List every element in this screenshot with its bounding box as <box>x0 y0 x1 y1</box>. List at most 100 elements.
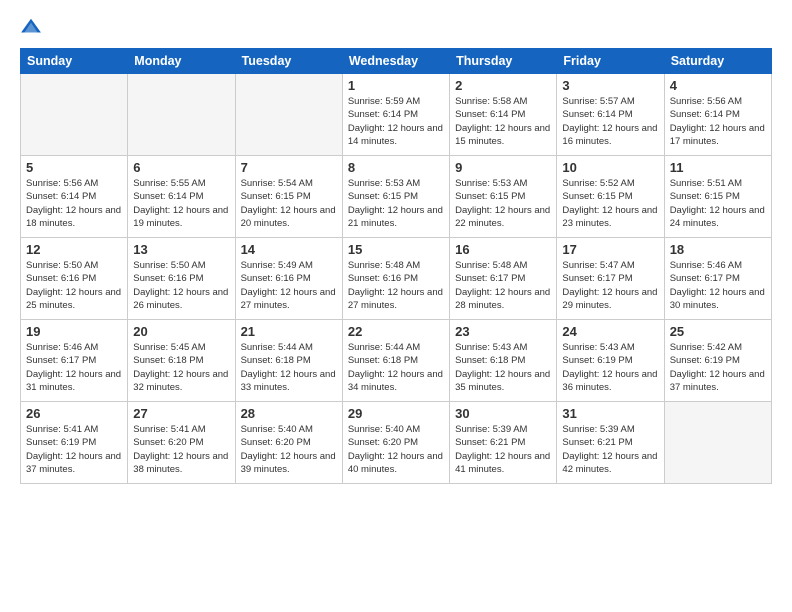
logo <box>20 16 46 38</box>
day-number: 15 <box>348 242 444 257</box>
calendar-cell: 15Sunrise: 5:48 AMSunset: 6:16 PMDayligh… <box>342 238 449 320</box>
day-info: Sunrise: 5:39 AMSunset: 6:21 PMDaylight:… <box>455 423 551 476</box>
day-number: 16 <box>455 242 551 257</box>
day-number: 7 <box>241 160 337 175</box>
calendar-header-thursday: Thursday <box>450 49 557 74</box>
day-info: Sunrise: 5:40 AMSunset: 6:20 PMDaylight:… <box>241 423 337 476</box>
calendar-week-4: 26 Sunrise: 5:41 AMSunset: 6:19 PMDayligh… <box>21 402 772 484</box>
calendar-cell: 27 Sunrise: 5:41 AMSunset: 6:20 PMDayligh… <box>128 402 235 484</box>
day-number: 28 <box>241 406 337 421</box>
day-number: 19 <box>26 324 122 339</box>
calendar-cell: 6 Sunrise: 5:55 AMSunset: 6:14 PMDaylight… <box>128 156 235 238</box>
day-number: 31 <box>562 406 658 421</box>
day-info: Sunrise: 5:52 AMSunset: 6:15 PMDaylight:… <box>562 177 658 230</box>
calendar-cell: 13 Sunrise: 5:50 AMSunset: 6:16 PMDayligh… <box>128 238 235 320</box>
calendar-cell <box>128 74 235 156</box>
day-number: 17 <box>562 242 658 257</box>
calendar: SundayMondayTuesdayWednesdayThursdayFrid… <box>20 48 772 484</box>
day-info: Sunrise: 5:45 AMSunset: 6:18 PMDaylight:… <box>133 341 229 394</box>
day-number: 24 <box>562 324 658 339</box>
calendar-week-1: 5Sunrise: 5:56 AMSunset: 6:14 PMDaylight… <box>21 156 772 238</box>
calendar-cell <box>664 402 771 484</box>
calendar-cell: 1Sunrise: 5:59 AMSunset: 6:14 PMDaylight… <box>342 74 449 156</box>
day-info: Sunrise: 5:50 AMSunset: 6:16 PMDaylight:… <box>26 259 122 312</box>
day-info: Sunrise: 5:48 AMSunset: 6:17 PMDaylight:… <box>455 259 551 312</box>
day-info: Sunrise: 5:58 AMSunset: 6:14 PMDaylight:… <box>455 95 551 148</box>
day-info: Sunrise: 5:47 AMSunset: 6:17 PMDaylight:… <box>562 259 658 312</box>
day-info: Sunrise: 5:44 AMSunset: 6:18 PMDaylight:… <box>241 341 337 394</box>
calendar-header-tuesday: Tuesday <box>235 49 342 74</box>
day-info: Sunrise: 5:54 AMSunset: 6:15 PMDaylight:… <box>241 177 337 230</box>
day-number: 27 <box>133 406 229 421</box>
calendar-cell: 5Sunrise: 5:56 AMSunset: 6:14 PMDaylight… <box>21 156 128 238</box>
calendar-header-row: SundayMondayTuesdayWednesdayThursdayFrid… <box>21 49 772 74</box>
day-number: 10 <box>562 160 658 175</box>
calendar-cell: 28 Sunrise: 5:40 AMSunset: 6:20 PMDayligh… <box>235 402 342 484</box>
day-info: Sunrise: 5:44 AMSunset: 6:18 PMDaylight:… <box>348 341 444 394</box>
header <box>20 16 772 38</box>
calendar-cell: 30 Sunrise: 5:39 AMSunset: 6:21 PMDayligh… <box>450 402 557 484</box>
calendar-header-monday: Monday <box>128 49 235 74</box>
day-number: 30 <box>455 406 551 421</box>
calendar-cell: 24 Sunrise: 5:43 AMSunset: 6:19 PMDayligh… <box>557 320 664 402</box>
calendar-cell: 2 Sunrise: 5:58 AMSunset: 6:14 PMDaylight… <box>450 74 557 156</box>
calendar-cell: 8 Sunrise: 5:53 AMSunset: 6:15 PMDaylight… <box>342 156 449 238</box>
calendar-cell: 18Sunrise: 5:46 AMSunset: 6:17 PMDayligh… <box>664 238 771 320</box>
day-number: 6 <box>133 160 229 175</box>
day-info: Sunrise: 5:51 AMSunset: 6:15 PMDaylight:… <box>670 177 766 230</box>
day-number: 25 <box>670 324 766 339</box>
day-number: 13 <box>133 242 229 257</box>
calendar-cell: 7 Sunrise: 5:54 AMSunset: 6:15 PMDaylight… <box>235 156 342 238</box>
day-info: Sunrise: 5:55 AMSunset: 6:14 PMDaylight:… <box>133 177 229 230</box>
calendar-cell: 19 Sunrise: 5:46 AMSunset: 6:17 PMDayligh… <box>21 320 128 402</box>
calendar-cell: 12 Sunrise: 5:50 AMSunset: 6:16 PMDayligh… <box>21 238 128 320</box>
day-info: Sunrise: 5:42 AMSunset: 6:19 PMDaylight:… <box>670 341 766 394</box>
calendar-cell: 10 Sunrise: 5:52 AMSunset: 6:15 PMDayligh… <box>557 156 664 238</box>
day-info: Sunrise: 5:46 AMSunset: 6:17 PMDaylight:… <box>26 341 122 394</box>
day-info: Sunrise: 5:46 AMSunset: 6:17 PMDaylight:… <box>670 259 766 312</box>
calendar-cell: 31Sunrise: 5:39 AMSunset: 6:21 PMDayligh… <box>557 402 664 484</box>
day-info: Sunrise: 5:56 AMSunset: 6:14 PMDaylight:… <box>26 177 122 230</box>
day-info: Sunrise: 5:53 AMSunset: 6:15 PMDaylight:… <box>455 177 551 230</box>
calendar-header-saturday: Saturday <box>664 49 771 74</box>
day-number: 20 <box>133 324 229 339</box>
calendar-cell: 23Sunrise: 5:43 AMSunset: 6:18 PMDayligh… <box>450 320 557 402</box>
calendar-week-2: 12 Sunrise: 5:50 AMSunset: 6:16 PMDayligh… <box>21 238 772 320</box>
day-info: Sunrise: 5:53 AMSunset: 6:15 PMDaylight:… <box>348 177 444 230</box>
day-info: Sunrise: 5:57 AMSunset: 6:14 PMDaylight:… <box>562 95 658 148</box>
calendar-week-0: 1Sunrise: 5:59 AMSunset: 6:14 PMDaylight… <box>21 74 772 156</box>
day-number: 4 <box>670 78 766 93</box>
day-number: 9 <box>455 160 551 175</box>
calendar-cell: 22 Sunrise: 5:44 AMSunset: 6:18 PMDayligh… <box>342 320 449 402</box>
calendar-week-3: 19 Sunrise: 5:46 AMSunset: 6:17 PMDayligh… <box>21 320 772 402</box>
day-number: 29 <box>348 406 444 421</box>
calendar-cell: 26 Sunrise: 5:41 AMSunset: 6:19 PMDayligh… <box>21 402 128 484</box>
page: SundayMondayTuesdayWednesdayThursdayFrid… <box>0 0 792 612</box>
calendar-cell: 21 Sunrise: 5:44 AMSunset: 6:18 PMDayligh… <box>235 320 342 402</box>
day-info: Sunrise: 5:43 AMSunset: 6:19 PMDaylight:… <box>562 341 658 394</box>
calendar-cell: 25 Sunrise: 5:42 AMSunset: 6:19 PMDayligh… <box>664 320 771 402</box>
calendar-cell: 20 Sunrise: 5:45 AMSunset: 6:18 PMDayligh… <box>128 320 235 402</box>
day-number: 3 <box>562 78 658 93</box>
calendar-header-friday: Friday <box>557 49 664 74</box>
calendar-header-sunday: Sunday <box>21 49 128 74</box>
calendar-cell: 17 Sunrise: 5:47 AMSunset: 6:17 PMDayligh… <box>557 238 664 320</box>
calendar-cell: 11Sunrise: 5:51 AMSunset: 6:15 PMDayligh… <box>664 156 771 238</box>
day-info: Sunrise: 5:40 AMSunset: 6:20 PMDaylight:… <box>348 423 444 476</box>
calendar-header-wednesday: Wednesday <box>342 49 449 74</box>
day-number: 22 <box>348 324 444 339</box>
day-info: Sunrise: 5:59 AMSunset: 6:14 PMDaylight:… <box>348 95 444 148</box>
calendar-cell: 9 Sunrise: 5:53 AMSunset: 6:15 PMDaylight… <box>450 156 557 238</box>
day-info: Sunrise: 5:41 AMSunset: 6:20 PMDaylight:… <box>133 423 229 476</box>
day-number: 2 <box>455 78 551 93</box>
day-number: 21 <box>241 324 337 339</box>
day-info: Sunrise: 5:43 AMSunset: 6:18 PMDaylight:… <box>455 341 551 394</box>
day-number: 12 <box>26 242 122 257</box>
day-info: Sunrise: 5:50 AMSunset: 6:16 PMDaylight:… <box>133 259 229 312</box>
day-number: 26 <box>26 406 122 421</box>
day-info: Sunrise: 5:41 AMSunset: 6:19 PMDaylight:… <box>26 423 122 476</box>
day-number: 14 <box>241 242 337 257</box>
day-info: Sunrise: 5:49 AMSunset: 6:16 PMDaylight:… <box>241 259 337 312</box>
day-number: 8 <box>348 160 444 175</box>
calendar-cell <box>21 74 128 156</box>
